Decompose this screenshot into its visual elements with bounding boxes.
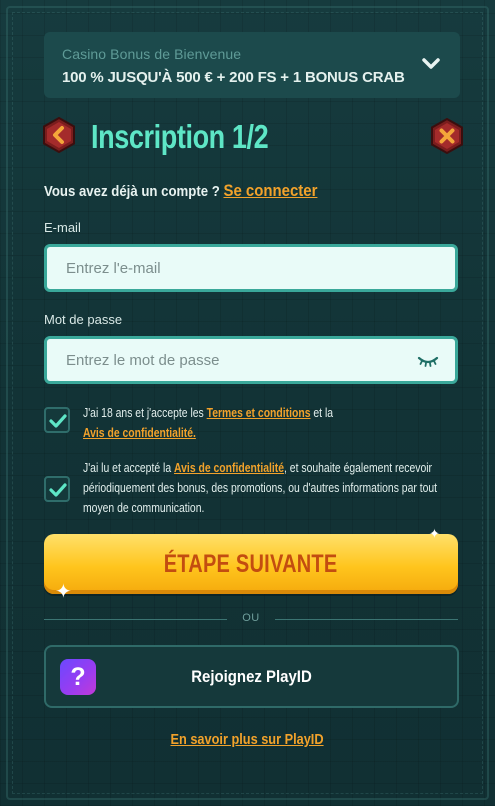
- marketing-checkbox[interactable]: [44, 476, 70, 502]
- divider-text: OU: [242, 612, 260, 624]
- or-divider: OU: [44, 611, 458, 627]
- close-button[interactable]: [429, 118, 465, 154]
- chevron-down-icon: [422, 58, 440, 69]
- bonus-dropdown[interactable]: Casino Bonus de Bienvenue 100 % JUSQU'À …: [44, 32, 460, 98]
- divider-line-right: [275, 619, 458, 620]
- login-prompt: Vous avez déjà un compte ? Se connecter: [44, 181, 317, 201]
- terms-text-before: J'ai 18 ans et j'accepte les: [83, 405, 207, 420]
- page-title: Inscription 1/2: [91, 118, 269, 155]
- terms-link[interactable]: Termes et conditions: [207, 405, 311, 420]
- bonus-value: 100 % JUSQU'À 500 € + 200 FS + 1 BONUS C…: [62, 69, 405, 86]
- bonus-label: Casino Bonus de Bienvenue: [62, 46, 242, 62]
- checkmark-icon: [49, 414, 67, 428]
- login-link[interactable]: Se connecter: [223, 181, 317, 200]
- password-field-wrapper: [44, 336, 458, 384]
- email-field-wrapper: [44, 244, 458, 292]
- email-field[interactable]: [47, 247, 455, 289]
- terms-checkbox[interactable]: [44, 407, 70, 433]
- terms-consent-text: J'ai 18 ans et j'accepte les Termes et c…: [83, 403, 459, 443]
- privacy-link-2[interactable]: Avis de confidentialité: [174, 460, 284, 475]
- marketing-text-before: J'ai lu et accepté la: [83, 460, 175, 475]
- sparkle-icon: ✦: [55, 581, 72, 603]
- back-button[interactable]: [41, 117, 77, 153]
- learn-more-playid-link[interactable]: En savoir plus sur PlayID: [171, 731, 324, 748]
- login-prompt-text: Vous avez déjà un compte ?: [44, 183, 220, 200]
- learn-more-row: En savoir plus sur PlayID: [0, 731, 495, 749]
- terms-text-middle: et la: [310, 405, 334, 420]
- eye-closed-icon[interactable]: [417, 355, 439, 367]
- email-label: E-mail: [44, 220, 81, 235]
- password-label: Mot de passe: [44, 312, 123, 327]
- next-step-label: ÉTAPE SUIVANTE: [164, 549, 338, 578]
- password-field[interactable]: [47, 339, 455, 381]
- sparkle-icon: ✦: [429, 526, 440, 541]
- playid-label: Rejoignez PlayID: [191, 667, 312, 686]
- next-step-button[interactable]: ÉTAPE SUIVANTE: [44, 534, 458, 594]
- checkmark-icon: [49, 483, 67, 497]
- privacy-link[interactable]: Avis de confidentialité.: [83, 425, 196, 440]
- close-icon: [431, 118, 463, 154]
- marketing-consent-text: J'ai lu et accepté la Avis de confidenti…: [83, 458, 459, 518]
- playid-button[interactable]: ? Rejoignez PlayID: [44, 645, 459, 708]
- back-arrow-icon: [43, 117, 75, 153]
